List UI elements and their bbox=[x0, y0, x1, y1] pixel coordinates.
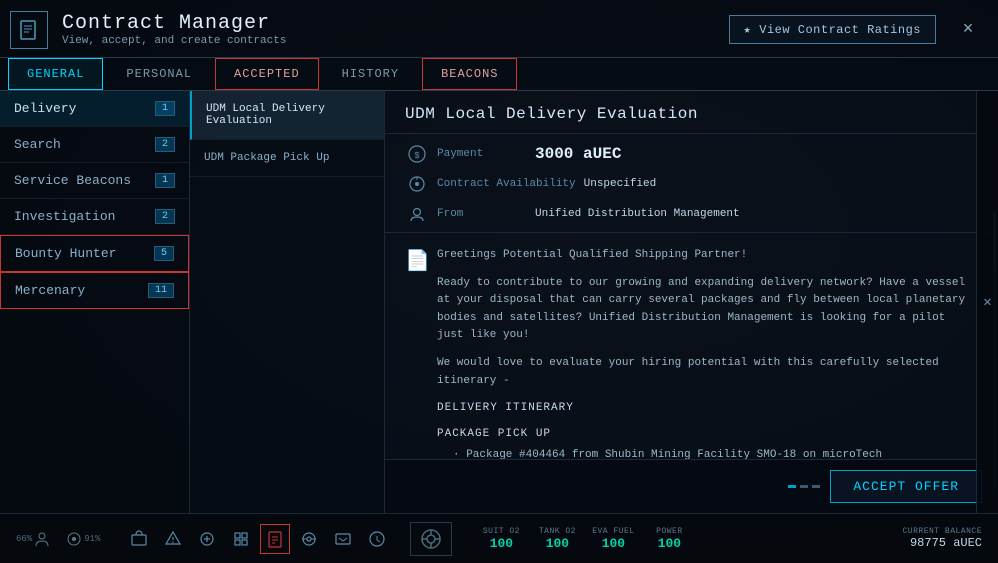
nav-icon-1[interactable] bbox=[124, 524, 154, 554]
from-value: Unified Distribution Management bbox=[535, 208, 978, 220]
payment-label: Payment bbox=[437, 148, 527, 160]
content-area: Delivery 1 Search 2 Service Beacons 1 In… bbox=[0, 91, 998, 513]
svg-text:$: $ bbox=[414, 151, 420, 161]
sidebar-badge: 1 bbox=[155, 101, 175, 116]
detail-body: 📄 Greetings Potential Qualified Shipping… bbox=[385, 233, 998, 459]
title-text: Contract Manager View, accept, and creat… bbox=[62, 12, 286, 47]
stat-tank-o2: TANK O2 100 bbox=[532, 527, 582, 551]
sidebar: Delivery 1 Search 2 Service Beacons 1 In… bbox=[0, 91, 190, 513]
tab-beacons[interactable]: BEACONS bbox=[422, 58, 517, 90]
from-label: From bbox=[437, 208, 527, 220]
body-p1: Ready to contribute to our growing and e… bbox=[437, 275, 978, 345]
pickup-item: · Package #404464 from Shubin Mining Fac… bbox=[437, 447, 978, 459]
stat-suit-o2: SUIT O2 100 bbox=[476, 527, 526, 551]
right-close-panel[interactable]: ✕ bbox=[976, 91, 998, 513]
detail-footer: ACCEPT OFFER bbox=[385, 459, 998, 513]
section-itinerary: DELIVERY ITINERARY bbox=[437, 400, 978, 418]
sidebar-label: Search bbox=[14, 137, 61, 152]
scroll-indicator bbox=[788, 485, 820, 488]
sidebar-badge: 2 bbox=[155, 137, 175, 152]
tab-history[interactable]: HISTORY bbox=[323, 58, 418, 90]
star-icon: ★ bbox=[744, 22, 752, 37]
sidebar-item-mercenary[interactable]: Mercenary 11 bbox=[0, 272, 189, 309]
tab-accepted[interactable]: ACCEPTED bbox=[215, 58, 319, 90]
body-content: Greetings Potential Qualified Shipping P… bbox=[437, 247, 978, 459]
availability-label: Contract Availability bbox=[437, 178, 576, 190]
scroll-dot-1 bbox=[788, 485, 796, 488]
tab-general[interactable]: GENERAL bbox=[8, 58, 103, 90]
accept-offer-button[interactable]: ACCEPT OFFER bbox=[830, 470, 982, 503]
sidebar-item-delivery[interactable]: Delivery 1 bbox=[0, 91, 189, 127]
stat-value: 100 bbox=[546, 536, 569, 551]
nav-icon-5[interactable] bbox=[294, 524, 324, 554]
sidebar-label: Service Beacons bbox=[14, 173, 131, 188]
stat-value: 100 bbox=[490, 536, 513, 551]
sidebar-item-search[interactable]: Search 2 bbox=[0, 127, 189, 163]
sidebar-label: Bounty Hunter bbox=[15, 246, 116, 261]
top-bar: Contract Manager View, accept, and creat… bbox=[0, 0, 998, 58]
stat-label: TANK O2 bbox=[539, 527, 576, 536]
title-section: Contract Manager View, accept, and creat… bbox=[10, 11, 286, 49]
action-icon bbox=[419, 527, 443, 551]
stat-value: 100 bbox=[602, 536, 625, 551]
sidebar-label: Mercenary bbox=[15, 283, 85, 298]
availability-value: Unspecified bbox=[584, 178, 978, 190]
scroll-dot-3 bbox=[812, 485, 820, 488]
contract-item-0[interactable]: UDM Local Delivery Evaluation bbox=[190, 91, 384, 140]
payment-icon: $ bbox=[405, 142, 429, 166]
nav-icons bbox=[124, 524, 392, 554]
nav-icon-2[interactable] bbox=[158, 524, 188, 554]
document-icon: 📄 bbox=[405, 247, 429, 459]
target-icon bbox=[66, 531, 82, 547]
balance-section: CURRENT BALANCE 98775 aUEC bbox=[902, 527, 982, 550]
sidebar-item-investigation[interactable]: Investigation 2 bbox=[0, 199, 189, 235]
nav-icon-6[interactable] bbox=[328, 524, 358, 554]
sidebar-label: Delivery bbox=[14, 101, 76, 116]
stat-power: POWER 100 bbox=[644, 527, 694, 551]
sidebar-badge: 5 bbox=[154, 246, 174, 261]
body-p2: We would love to evaluate your hiring po… bbox=[437, 355, 978, 390]
body-greeting: Greetings Potential Qualified Shipping P… bbox=[437, 247, 978, 265]
sidebar-badge: 1 bbox=[155, 173, 175, 188]
contract-icon bbox=[10, 11, 48, 49]
availability-icon bbox=[405, 172, 429, 196]
stat-value: 100 bbox=[658, 536, 681, 551]
detail-panel: UDM Local Delivery Evaluation $ Payment … bbox=[385, 91, 998, 513]
stat-label: SUIT O2 bbox=[483, 527, 520, 536]
close-button[interactable]: × bbox=[954, 16, 982, 44]
sidebar-badge: 11 bbox=[148, 283, 174, 298]
tab-personal[interactable]: PERSONAL bbox=[107, 58, 211, 90]
stat-label: POWER bbox=[656, 527, 683, 536]
sidebar-badge: 2 bbox=[155, 209, 175, 224]
sidebar-item-bounty-hunter[interactable]: Bounty Hunter 5 bbox=[0, 235, 189, 272]
balance-label: CURRENT BALANCE bbox=[902, 527, 982, 536]
person-icon bbox=[34, 531, 50, 547]
contract-item-1[interactable]: UDM Package Pick Up bbox=[190, 140, 384, 177]
sidebar-label: Investigation bbox=[14, 209, 115, 224]
nav-icon-contracts-active[interactable] bbox=[260, 524, 290, 554]
sidebar-item-service-beacons[interactable]: Service Beacons 1 bbox=[0, 163, 189, 199]
detail-header: UDM Local Delivery Evaluation bbox=[385, 91, 998, 134]
tabs-row: GENERAL PERSONAL ACCEPTED HISTORY BEACON… bbox=[0, 58, 998, 91]
app-title: Contract Manager bbox=[62, 12, 286, 35]
app-subtitle: View, accept, and create contracts bbox=[62, 35, 286, 47]
detail-title: UDM Local Delivery Evaluation bbox=[405, 105, 978, 123]
nav-icon-3[interactable] bbox=[192, 524, 222, 554]
nav-icon-4[interactable] bbox=[226, 524, 256, 554]
nav-icon-7[interactable] bbox=[362, 524, 392, 554]
stats-section: SUIT O2 100 TANK O2 100 EVA FUEL 100 POW… bbox=[476, 527, 694, 551]
from-icon bbox=[405, 202, 429, 226]
section-pickup: PACKAGE PICK UP bbox=[437, 426, 978, 444]
status-bar: 66% 91% bbox=[0, 513, 998, 563]
action-block bbox=[410, 522, 452, 556]
stat-label: EVA FUEL bbox=[592, 527, 634, 536]
middle-panel: UDM Local Delivery Evaluation UDM Packag… bbox=[190, 91, 385, 513]
scroll-dot-2 bbox=[800, 485, 808, 488]
payment-value: 3000 aUEC bbox=[535, 145, 978, 163]
balance-value: 98775 aUEC bbox=[910, 536, 982, 550]
view-ratings-button[interactable]: ★ View Contract Ratings bbox=[729, 15, 936, 44]
stat-eva-fuel: EVA FUEL 100 bbox=[588, 527, 638, 551]
